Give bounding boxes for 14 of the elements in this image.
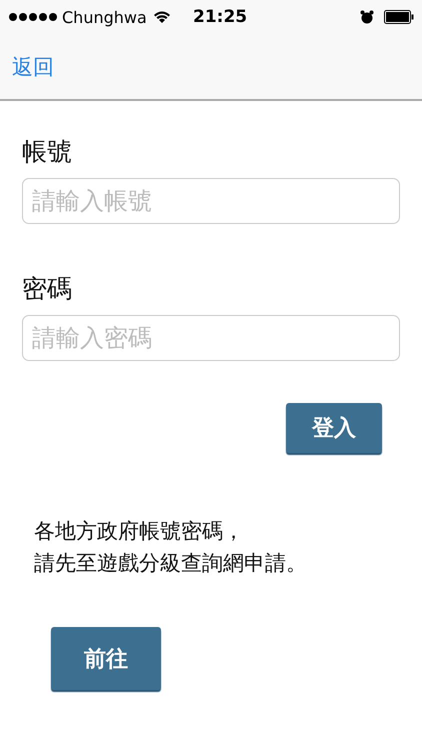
field-label: 帳號	[22, 136, 73, 168]
battery-icon	[384, 10, 414, 24]
field-label: 密碼	[22, 273, 73, 305]
go-button[interactable]: 前往	[51, 627, 161, 690]
clock-time: 21:25	[193, 7, 248, 27]
carrier-name: Chunghwa	[62, 8, 147, 26]
input-field[interactable]: 請輸入密碼	[22, 315, 400, 361]
back-link[interactable]: 返回	[12, 52, 54, 80]
alarm-icon	[360, 10, 374, 24]
login-button[interactable]: 登入	[286, 403, 382, 453]
notice-text: 各地方政府帳號密碼， 請先至遊戲分級查詢網申請。	[34, 518, 308, 577]
input-field[interactable]: 請輸入帳號	[22, 178, 400, 224]
wifi-icon	[152, 10, 171, 24]
signal-icon	[8, 12, 58, 22]
